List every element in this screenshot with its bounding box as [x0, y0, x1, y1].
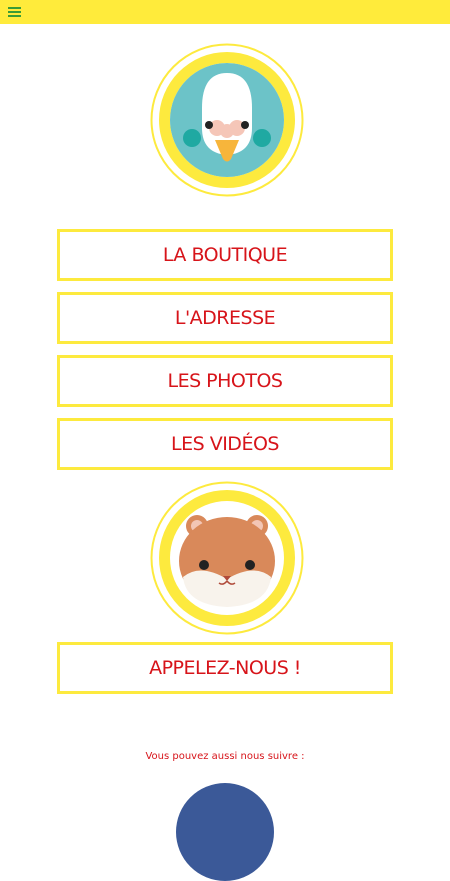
photos-button[interactable]: LES PHOTOS [57, 355, 393, 407]
budgie-bird-icon [150, 43, 304, 197]
adresse-button[interactable]: L'ADRESSE [57, 292, 393, 344]
videos-button[interactable]: LES VIDÉOS [57, 418, 393, 470]
boutique-button[interactable]: LA BOUTIQUE [57, 229, 393, 281]
facebook-icon[interactable] [176, 783, 274, 881]
top-app-bar [0, 0, 450, 24]
hamster-face-icon [150, 481, 304, 635]
call-us-button[interactable]: APPELEZ-NOUS ! [57, 642, 393, 694]
budgie-logo [150, 43, 304, 197]
follow-us-text: Vous pouvez aussi nous suivre : [145, 751, 305, 762]
hamster-image [150, 481, 304, 635]
hamburger-menu-icon[interactable] [8, 6, 21, 17]
